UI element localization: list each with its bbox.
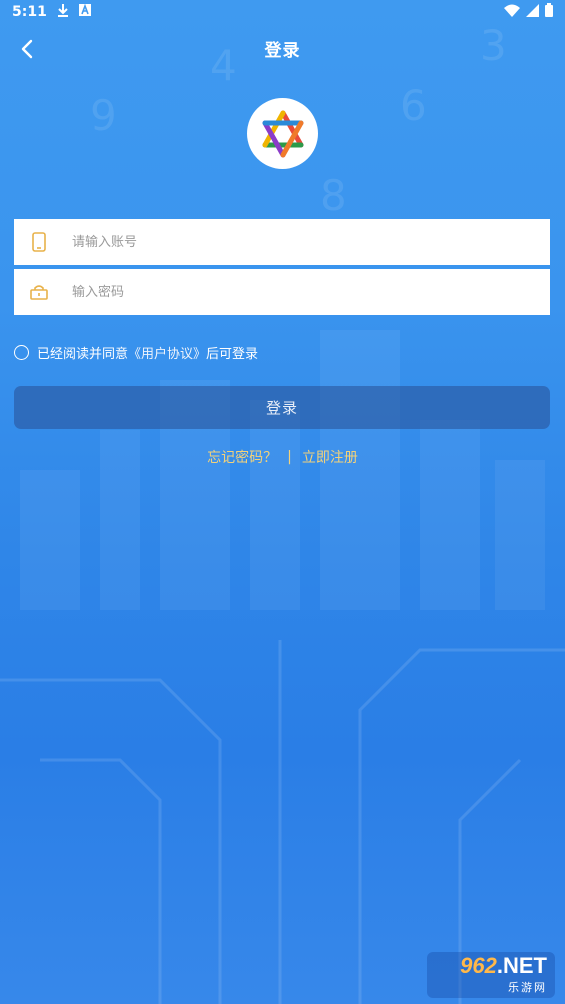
password-input[interactable] [70, 268, 550, 316]
status-bar: 5:11 [0, 0, 565, 24]
bottom-links: 忘记密码？ | 立即注册 [0, 447, 565, 467]
svg-text:9: 9 [90, 91, 117, 140]
account-field[interactable] [14, 218, 550, 266]
wifi-icon [504, 4, 520, 21]
app-logo [247, 98, 318, 169]
user-agreement-link[interactable]: 《用户协议》 [128, 343, 206, 362]
phone-icon [28, 231, 50, 253]
agreement-prefix: 已经阅读并同意 [37, 347, 129, 362]
register-link[interactable]: 立即注册 [302, 447, 358, 467]
watermark-logo: 962.NET 乐游网 [427, 952, 555, 998]
link-separator: | [287, 449, 292, 465]
agreement-row: 已经阅读并同意 《用户协议》 后可登录 [14, 343, 258, 362]
forgot-password-link[interactable]: 忘记密码？ [207, 447, 277, 467]
page-title: 登录 [264, 41, 301, 61]
download-icon [57, 3, 69, 21]
lock-icon [28, 281, 50, 303]
watermark-main: 962.NET [460, 955, 547, 977]
account-input[interactable] [70, 218, 550, 266]
agreement-suffix: 后可登录 [206, 347, 259, 362]
watermark-sub: 乐游网 [508, 981, 547, 994]
header-bar: 登录 [0, 28, 565, 68]
font-a-icon [78, 3, 91, 20]
svg-text:8: 8 [320, 171, 347, 220]
app-logo-icon [262, 110, 303, 157]
watermark-domain: .NET [496, 953, 547, 978]
password-field[interactable] [14, 268, 550, 316]
status-time: 5:11 [12, 4, 47, 20]
battery-icon [545, 3, 553, 21]
agreement-radio[interactable] [14, 345, 29, 360]
watermark-number: 962 [460, 953, 497, 978]
login-button[interactable]: 登录 [14, 386, 550, 429]
signal-icon [526, 3, 539, 21]
svg-text:6: 6 [400, 81, 427, 130]
